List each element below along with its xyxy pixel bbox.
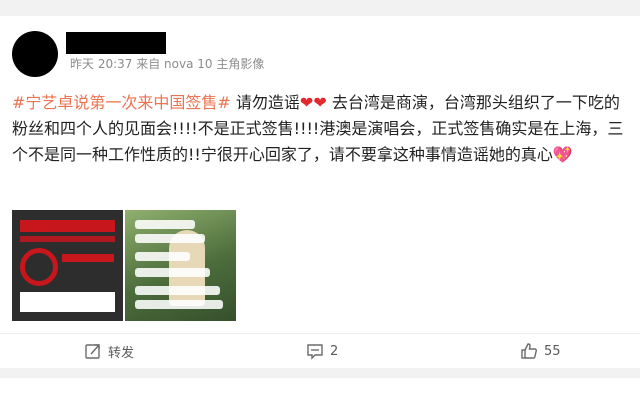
chat-bubble — [135, 300, 223, 309]
post-content: #宁艺卓说第一次来中国签售# 请勿造谣❤❤ 去台湾是商演，台湾那头组织了一下吃的… — [12, 90, 630, 168]
like-button[interactable]: 55 — [520, 340, 561, 362]
topic-link[interactable]: #宁艺卓说第一次来中国签售# — [12, 93, 231, 112]
next-post-card — [0, 378, 640, 410]
post-source: 来自 nova 10 主角影像 — [136, 57, 265, 71]
sparkling-heart-emoji: 💖 — [552, 145, 573, 164]
thumbs-up-icon — [520, 342, 538, 360]
weibo-post-card: 昨天 20:37 来自 nova 10 主角影像 #宁艺卓说第一次来中国签售# … — [0, 16, 640, 368]
chat-bubble — [135, 220, 195, 229]
chat-bubble — [135, 286, 220, 295]
chat-bubble — [135, 234, 205, 243]
post-image-chat-screenshot[interactable] — [125, 210, 236, 321]
post-text-part1: 请勿造谣 — [230, 93, 300, 112]
comment-icon — [306, 342, 324, 360]
action-bar: 转发 2 55 — [0, 334, 640, 368]
post-image-poster[interactable] — [12, 210, 123, 321]
comment-count: 2 — [330, 343, 339, 359]
chat-bubble — [135, 252, 190, 261]
repost-label: 转发 — [108, 345, 135, 361]
post-timestamp[interactable]: 昨天 20:37 — [70, 57, 132, 71]
post-meta: 昨天 20:37 来自 nova 10 主角影像 — [70, 55, 264, 72]
chat-bubble — [135, 268, 210, 277]
repost-icon — [84, 342, 102, 360]
heart-emoji: ❤❤ — [299, 93, 327, 112]
poster-logo-ring — [20, 248, 58, 286]
repost-button[interactable]: 转发 — [84, 340, 134, 362]
username-redacted[interactable] — [66, 32, 166, 54]
user-avatar[interactable] — [12, 31, 58, 77]
poster-title-band — [20, 220, 115, 232]
poster-subtitle-band — [20, 236, 115, 242]
like-count: 55 — [544, 343, 561, 359]
poster-details-block — [20, 292, 115, 312]
poster-info-band — [62, 254, 114, 262]
comment-button[interactable]: 2 — [306, 340, 338, 362]
